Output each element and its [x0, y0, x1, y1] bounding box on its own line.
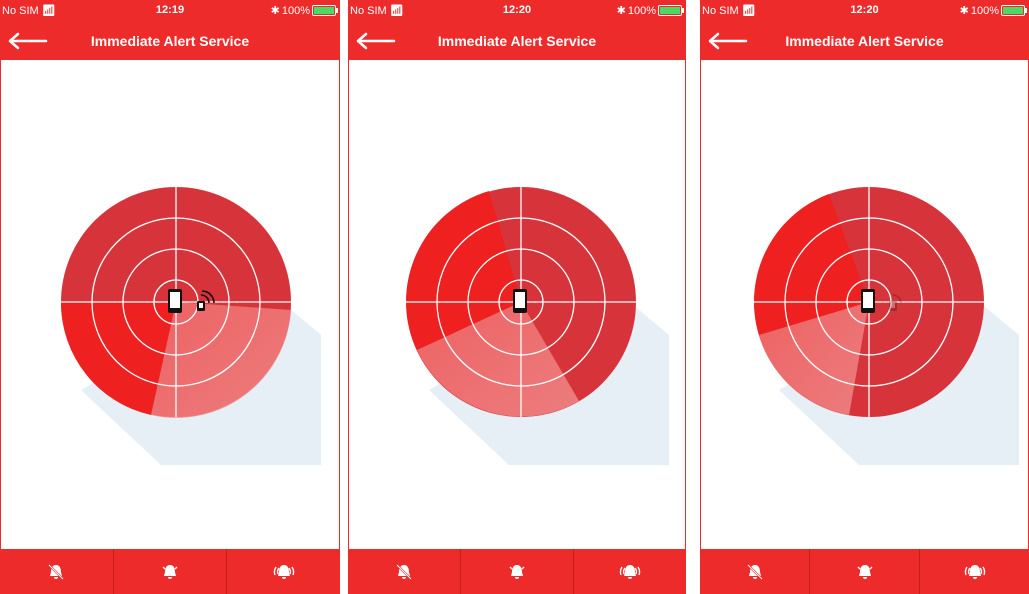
- radar-view: [406, 187, 669, 465]
- tab-high-alert[interactable]: [227, 549, 340, 594]
- status-bar: No SIM 📶︎ 12:19 ✱ 100%: [0, 0, 340, 22]
- battery-icon: [658, 5, 684, 16]
- alert-level-tabbar: [0, 549, 340, 594]
- status-bar: No SIM 📶︎ 12:20 ✱ 100%: [348, 0, 686, 22]
- bluetooth-icon: ✱: [270, 5, 280, 17]
- bell-mild-alert-icon: [509, 564, 525, 579]
- phone-icon: [168, 289, 182, 313]
- phone-icon: [861, 289, 875, 313]
- bell-off-icon: [396, 563, 412, 580]
- battery-percent: 100%: [627, 4, 656, 17]
- bell-high-alert-icon: [273, 564, 294, 579]
- radar-view: [754, 187, 1019, 465]
- page-title: Immediate Alert Service: [785, 33, 944, 49]
- tab-no-alert[interactable]: [348, 549, 461, 594]
- tab-mild-alert[interactable]: [810, 549, 920, 594]
- bell-off-icon: [48, 563, 65, 580]
- battery-percent: 100%: [281, 4, 310, 17]
- page-title: Immediate Alert Service: [437, 33, 597, 49]
- battery-icon: [1001, 5, 1027, 16]
- nav-bar: Immediate Alert Service: [700, 22, 1029, 60]
- radar-view: [60, 187, 321, 465]
- alert-level-tabbar: [700, 549, 1029, 594]
- bell-mild-alert-icon: [162, 564, 178, 579]
- tab-no-alert[interactable]: [700, 549, 810, 594]
- bell-mild-alert-icon: [857, 564, 872, 579]
- alert-level-tabbar: [348, 549, 686, 594]
- phone-icon: [513, 289, 527, 313]
- content-area: [348, 60, 686, 549]
- tab-high-alert[interactable]: [574, 549, 686, 594]
- tab-no-alert[interactable]: [0, 549, 114, 594]
- bell-high-alert-icon: [964, 564, 985, 579]
- bell-off-icon: [746, 563, 763, 580]
- tab-mild-alert[interactable]: [114, 549, 228, 594]
- phone-screen-1: No SIM 📶︎ 12:19 ✱ 100% Immediate Alert Ser…: [0, 0, 340, 594]
- status-bar: No SIM 📶︎ 12:20 ✱ 100%: [700, 0, 1029, 22]
- bluetooth-icon: ✱: [616, 5, 626, 17]
- tab-mild-alert[interactable]: [461, 549, 574, 594]
- battery-percent: 100%: [970, 4, 999, 17]
- bell-high-alert-icon: [619, 564, 641, 579]
- content-area: [700, 60, 1029, 549]
- battery-icon: [312, 5, 338, 16]
- nav-bar: Immediate Alert Service: [0, 22, 340, 60]
- content-area: [0, 60, 340, 549]
- bluetooth-icon: ✱: [959, 5, 969, 17]
- phone-screen-2: No SIM 📶︎ 12:20 ✱ 100% Immediate Alert Ser…: [348, 0, 686, 594]
- phone-screen-3: No SIM 📶︎ 12:20 ✱ 100% Immediate Alert Ser…: [700, 0, 1029, 594]
- tab-high-alert[interactable]: [920, 549, 1029, 594]
- page-title: Immediate Alert Service: [90, 33, 250, 49]
- nav-bar: Immediate Alert Service: [348, 22, 686, 60]
